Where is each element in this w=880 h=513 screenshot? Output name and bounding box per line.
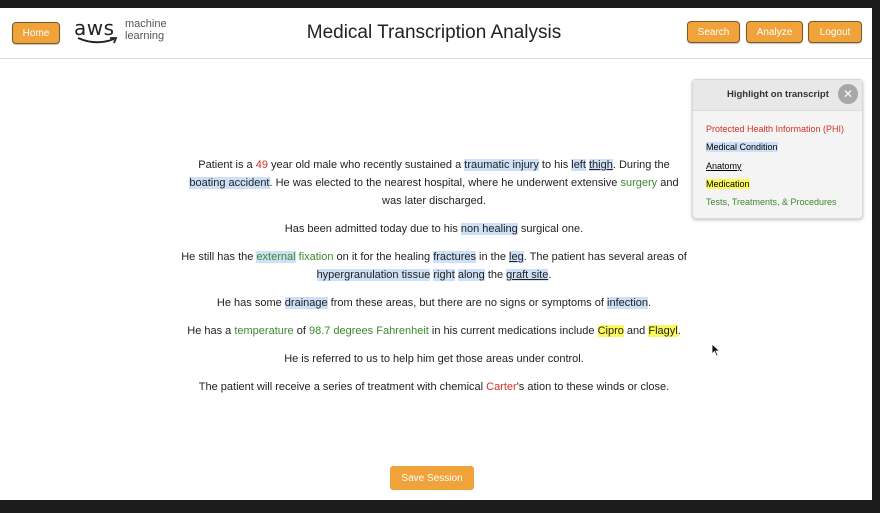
highlighted-entity: Flagyl xyxy=(648,325,678,337)
highlighted-entity: surgery xyxy=(620,177,658,189)
highlighted-entity: boating accident xyxy=(189,177,270,189)
highlighted-entity: 49 xyxy=(255,159,268,171)
highlight-legend: Protected Health Information (PHI) Medic… xyxy=(706,120,844,211)
logo-subtitle: machine learning xyxy=(125,18,167,42)
top-bar: Home aws machine learning Medical Transc… xyxy=(0,8,872,59)
transcript-paragraph: He still has the external fixation on it… xyxy=(180,248,688,284)
transcript-text: The patient will receive a series of tre… xyxy=(198,381,487,393)
highlighted-entity: right xyxy=(433,269,455,281)
app-window: Home aws machine learning Medical Transc… xyxy=(0,8,872,500)
highlight-panel-title: Highlight on transcript xyxy=(727,89,829,100)
logout-button[interactable]: Logout xyxy=(808,21,862,43)
transcript-text: in his current medications include xyxy=(428,325,598,337)
transcript-text: year old male who recently sustained a xyxy=(267,159,465,171)
highlighted-entity: Carter xyxy=(486,381,517,393)
highlight-panel-header: Highlight on transcript ✕ xyxy=(693,80,862,111)
legend-item-phi[interactable]: Protected Health Information (PHI) xyxy=(706,124,844,134)
amazon-smile-icon xyxy=(77,37,118,44)
home-button[interactable]: Home xyxy=(12,22,60,44)
legend-item-medical-condition[interactable]: Medical Condition xyxy=(706,142,778,153)
legend-item-medication[interactable]: Medication xyxy=(706,178,750,189)
search-button[interactable]: Search xyxy=(687,21,740,43)
logo-line-2: learning xyxy=(125,30,165,42)
transcript-text: . xyxy=(548,269,552,281)
transcript-text: Has been admitted today due to his xyxy=(284,223,461,235)
transcript-text: He has a xyxy=(187,325,235,337)
transcript-text: to his xyxy=(538,159,572,171)
highlighted-entity: traumatic injury xyxy=(464,159,539,171)
transcript-text: . During the xyxy=(612,159,670,171)
highlighted-entity: 98.7 degrees Fahrenheit xyxy=(308,325,429,337)
highlighted-entity: hypergranulation tissue xyxy=(316,269,431,281)
close-icon[interactable]: ✕ xyxy=(838,84,858,104)
analyze-button[interactable]: Analyze xyxy=(746,21,803,43)
highlighted-entity: along xyxy=(457,269,485,281)
highlighted-entity: fixation xyxy=(295,251,334,263)
transcript-text: on it for the healing xyxy=(333,251,434,263)
page-title: Medical Transcription Analysis xyxy=(306,22,562,43)
save-session-button[interactable]: Save Session xyxy=(390,466,474,490)
highlighted-entity: non healing xyxy=(460,223,518,235)
transcript-paragraph: The patient will receive a series of tre… xyxy=(180,378,688,396)
mouse-pointer-icon xyxy=(711,343,721,357)
transcript-text: of xyxy=(293,325,309,337)
transcript-text: Patient is a xyxy=(198,159,256,171)
transcript-paragraph: He is referred to us to help him get tho… xyxy=(180,350,688,368)
highlighted-entity: left xyxy=(571,159,586,171)
transcript-text: the xyxy=(484,269,507,281)
transcript-text: He has some xyxy=(216,297,285,309)
highlighted-entity: infection xyxy=(607,297,649,309)
transcript-text: . The patient has several areas of xyxy=(523,251,687,263)
highlighted-entity: leg xyxy=(509,251,524,263)
transcript-text: . xyxy=(648,297,652,309)
transcript-text: from these areas, but there are no signs… xyxy=(327,297,608,309)
highlighted-entity: Cipro xyxy=(597,325,624,337)
transcript-text: He is referred to us to help him get tho… xyxy=(284,353,584,365)
transcript-text: in the xyxy=(475,251,510,263)
highlighted-entity: thigh xyxy=(589,159,613,171)
transcript-text: surgical one. xyxy=(517,223,584,235)
highlighted-entity: drainage xyxy=(284,297,328,309)
transcript-text: and xyxy=(623,325,649,337)
aws-logo: aws machine learning xyxy=(74,16,184,48)
highlighted-entity: fractures xyxy=(433,251,476,263)
logo-line-1: machine xyxy=(125,18,167,30)
transcript-paragraph: He has a temperature of 98.7 degrees Fah… xyxy=(180,322,688,340)
legend-item-anatomy[interactable]: Anatomy xyxy=(706,161,742,171)
highlighted-entity: graft site xyxy=(506,269,549,281)
highlight-panel: Highlight on transcript ✕ Protected Heal… xyxy=(692,79,863,219)
transcript-text: . He was elected to the nearest hospital… xyxy=(269,177,621,189)
transcript-text: . xyxy=(677,325,681,337)
transcript-text: He still has the xyxy=(181,251,257,263)
transcript-paragraph: Patient is a 49 year old male who recent… xyxy=(180,156,688,210)
transcript-paragraph: He has some drainage from these areas, b… xyxy=(180,294,688,312)
legend-item-tests[interactable]: Tests, Treatments, & Procedures xyxy=(706,197,837,207)
transcript-text: 's ation to these winds or close. xyxy=(516,381,670,393)
highlighted-entity: temperature xyxy=(234,325,294,337)
highlighted-entity: external xyxy=(256,251,296,263)
transcript: Patient is a 49 year old male who recent… xyxy=(180,156,688,406)
transcript-paragraph: Has been admitted today due to his non h… xyxy=(180,220,688,238)
